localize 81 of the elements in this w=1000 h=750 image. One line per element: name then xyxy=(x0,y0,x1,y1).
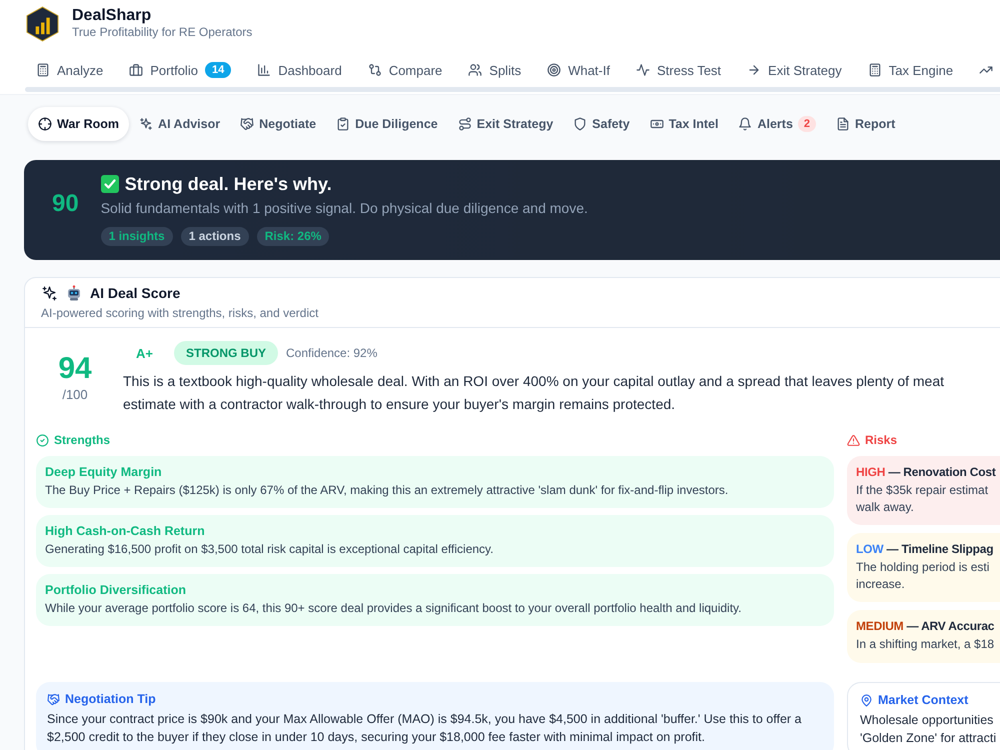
pulse-icon xyxy=(636,63,650,77)
clipboard-check-icon xyxy=(336,117,350,131)
market-title: Market Context xyxy=(878,692,968,708)
users-icon xyxy=(468,63,482,77)
strength-text: The Buy Price + Repairs ($125k) is only 67% of the ARV, making this an extremely attractive 'slam dunk' for fix-and-flip investors. xyxy=(45,482,730,499)
check-circle-icon xyxy=(36,434,49,446)
warning-icon xyxy=(847,434,860,446)
stat-chip: 1 actions xyxy=(180,227,249,246)
card-title: AI Deal Score xyxy=(90,285,180,301)
section-tab[interactable]: Due Diligence xyxy=(326,107,448,141)
checkmark-icon xyxy=(100,175,119,193)
verdict-text: This is a textbook high-quality wholesale deal. With an ROI over 400% on your capital outlay and a spread that leaves plenty of meat estimate with a contractor walk-through to ensure your buyer's margin remains protected. xyxy=(123,372,944,414)
section-tab[interactable]: Safety xyxy=(563,107,640,141)
deal-score: 90 xyxy=(52,190,79,218)
crosshair-icon xyxy=(38,117,52,131)
bar-chart-icon xyxy=(257,63,272,77)
section-tab[interactable]: Report xyxy=(826,107,906,141)
app-tagline: True Profitability for RE Operators xyxy=(72,25,252,40)
bell-icon xyxy=(738,117,752,131)
score-scale: /100 xyxy=(61,387,89,403)
nav-tab[interactable]: Compare xyxy=(368,62,442,78)
strength-title: Portfolio Diversification xyxy=(45,582,187,599)
risk-title: HIGH — Renovation Cost xyxy=(856,464,997,481)
robot-icon xyxy=(66,285,82,301)
section-tab[interactable]: War Room xyxy=(28,107,130,141)
section-tab[interactable]: Negotiate xyxy=(230,107,326,141)
nav-tab[interactable]: Analyze xyxy=(36,62,104,78)
banner-title: Strong deal. Here's why. xyxy=(124,173,332,195)
risk-text: If the $35k repair estimat walk away. xyxy=(856,482,990,515)
strength-title: Deep Equity Margin xyxy=(45,464,163,481)
nav-tab[interactable]: Exit Strategy xyxy=(747,62,842,78)
briefcase-icon xyxy=(129,63,144,77)
risk-title: MEDIUM — ARV Accurac xyxy=(856,618,996,635)
calculator-icon xyxy=(868,63,882,77)
stat-chip: 1 insights xyxy=(100,227,173,246)
nav-tab[interactable]: Tax Engine xyxy=(868,62,954,78)
handshake-icon xyxy=(47,692,60,706)
count-badge: 14 xyxy=(204,62,232,78)
recommendation-badge: STRONG BUY xyxy=(174,341,278,365)
section-tab[interactable]: AI Advisor xyxy=(129,107,230,141)
sparkle-icon xyxy=(41,284,58,302)
map-pin-icon xyxy=(860,694,873,706)
strength-title: High Cash-on-Cash Return xyxy=(45,523,206,540)
handshake-icon xyxy=(240,117,254,131)
route-icon xyxy=(458,117,472,131)
score-value: 94 xyxy=(57,353,93,385)
sparkle-icon xyxy=(139,117,154,131)
compare-icon xyxy=(368,63,382,77)
nav-scrollbar[interactable] xyxy=(25,87,1000,92)
market-text: Wholesale opportunities 'Golden Zone' for attracti xyxy=(860,712,998,746)
logo-icon xyxy=(26,6,59,42)
card-subtitle: AI-powered scoring with strengths, risks, and verdict xyxy=(41,305,320,321)
nav-tab[interactable]: What-If xyxy=(547,62,610,78)
strengths-heading: Strengths xyxy=(54,433,110,447)
nav-tab[interactable]: Stress Test xyxy=(636,62,722,78)
nav-tab[interactable]: Portfolio 14 xyxy=(129,62,232,78)
document-icon xyxy=(836,117,850,131)
section-tab[interactable]: Alerts 2 xyxy=(728,107,826,141)
calculator-icon xyxy=(36,63,50,77)
risk-text: In a shifting market, a $18 xyxy=(856,636,996,652)
stat-chip: Risk: 26% xyxy=(256,227,330,246)
app-name: DealSharp xyxy=(72,7,152,25)
arrow-right-icon xyxy=(747,63,762,77)
confidence-text: Confidence: 92% xyxy=(286,346,378,360)
strength-text: Generating $16,500 profit on $3,500 total risk capital is exceptional capital efficiency. xyxy=(45,541,494,558)
target-icon xyxy=(547,63,562,77)
risks-heading: Risks xyxy=(865,433,898,447)
banner-subtitle: Solid fundamentals with 1 positive signal. Do physical due diligence and move. xyxy=(100,199,588,217)
risk-text: The holding period is esti increase. xyxy=(856,559,990,592)
section-tab[interactable]: Exit Strategy xyxy=(448,107,564,141)
section-tab[interactable]: Tax Intel xyxy=(640,107,728,141)
strength-text: While your average portfolio score is 64, this 90+ score deal provides a significant boost to your overall portfolio health and liquidity. xyxy=(45,600,742,617)
risk-title: LOW — Timeline Slippag xyxy=(856,541,994,558)
tip-text: Since your contract price is $90k and your Max Allowable Offer (MAO) is $94.5k, you have $4,500 in additional 'buffer.' Use this to offer a $2,500 credit to the buyer if they close in under 10 days, securing your $18,000 fee faster with minimal impact on profit. xyxy=(47,710,802,746)
nav-tab[interactable]: Dashboard xyxy=(257,62,342,78)
nav-tab[interactable]: Splits xyxy=(468,62,522,78)
tip-title: Negotiation Tip xyxy=(65,690,156,708)
shield-icon xyxy=(573,117,588,131)
alert-count-badge: 2 xyxy=(798,116,816,132)
grade-label: A+ xyxy=(135,346,154,360)
banknote-icon xyxy=(650,117,664,131)
